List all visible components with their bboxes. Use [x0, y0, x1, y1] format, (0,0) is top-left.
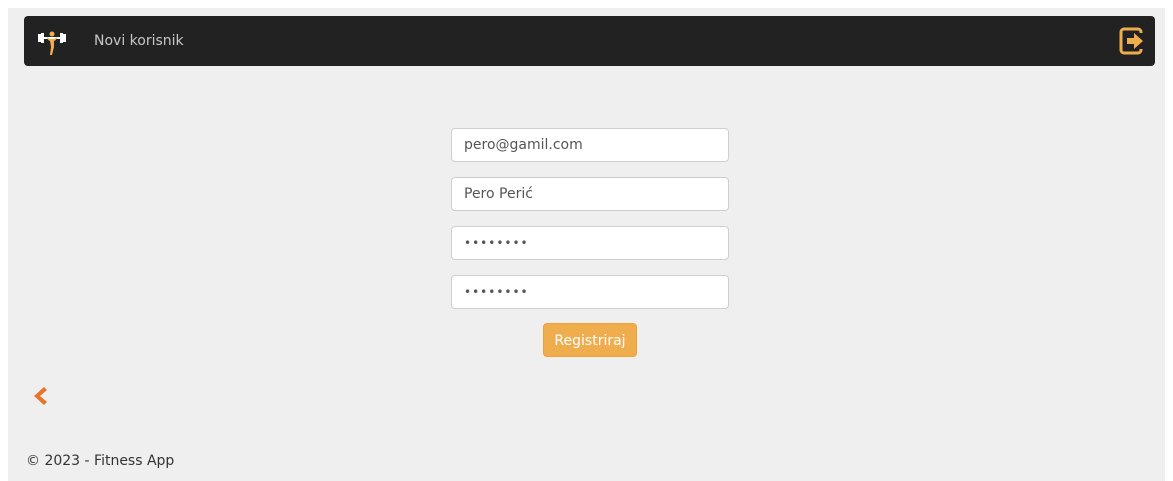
page-title[interactable]: Novi korisnik [94, 16, 184, 66]
full-name-field[interactable] [451, 177, 729, 211]
email-field[interactable] [451, 128, 729, 162]
navbar: Novi korisnik [24, 16, 1155, 66]
registration-form [451, 128, 729, 324]
register-button[interactable]: Registriraj [543, 323, 637, 357]
page-container: Novi korisnik Registriraj © 2023 - Fitne… [8, 8, 1165, 481]
confirm-password-field[interactable] [451, 275, 729, 309]
chevron-left-icon[interactable] [28, 384, 52, 408]
password-field[interactable] [451, 226, 729, 260]
logout-icon[interactable] [1119, 27, 1147, 55]
footer-copyright: © 2023 - Fitness App [26, 453, 175, 469]
fitness-app-logo-icon[interactable] [36, 25, 68, 57]
